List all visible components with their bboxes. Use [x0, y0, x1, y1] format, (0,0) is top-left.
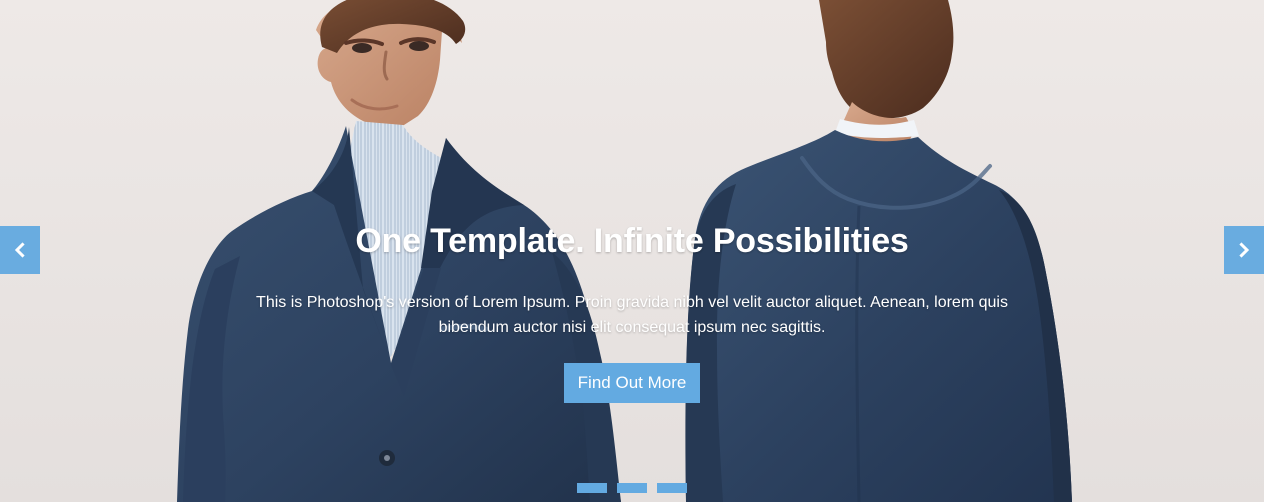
slide-indicator[interactable] — [657, 483, 687, 493]
slide-indicator[interactable] — [577, 483, 607, 493]
slide-indicators — [577, 483, 687, 493]
find-out-more-button[interactable]: Find Out More — [563, 363, 701, 403]
next-slide-button[interactable] — [1224, 226, 1264, 274]
slide-description: This is Photoshop's version of Lorem Ips… — [256, 294, 1008, 336]
chevron-right-icon — [1239, 242, 1250, 258]
slide-headline: One Template. Infinite Possibilities — [355, 222, 909, 260]
previous-slide-button[interactable] — [0, 226, 40, 274]
cta-container: Find Out More — [242, 363, 1022, 403]
slide-indicator[interactable] — [617, 483, 647, 493]
hero-slider: One Template. Infinite Possibilities Thi… — [0, 0, 1264, 502]
chevron-left-icon — [14, 242, 25, 258]
slide-caption: One Template. Infinite Possibilities Thi… — [242, 218, 1022, 403]
